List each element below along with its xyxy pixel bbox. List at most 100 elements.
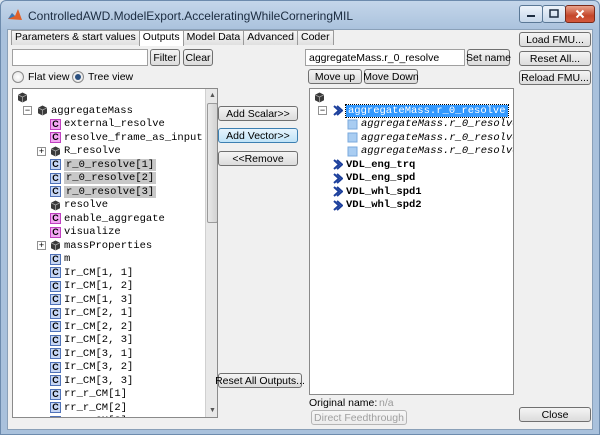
tree-node-label: Ir_CM[2, 2] [64,320,134,333]
reset-all-outputs-button[interactable]: Reset All Outputs... [215,373,305,388]
tree-node[interactable]: Cr_0_resolve[3] [50,185,157,198]
parameter-icon: C [50,118,61,130]
variable-icon: C [50,307,61,319]
output-element-node[interactable]: aggregateMass.r_0_resolve[1] [347,118,513,131]
tree-node-label: Ir_CM[1, 2] [64,280,134,292]
tree-node-label: rr_r_CM[1] [64,388,128,400]
tab-parameters[interactable]: Parameters & start values [11,30,140,45]
scroll-thumb[interactable] [207,103,217,223]
output-scalar-node[interactable]: VDL_eng_spd [332,172,415,185]
tree-node[interactable]: Cenable_aggregate [50,212,165,225]
output-name-input[interactable] [305,49,465,66]
tree-node[interactable]: resolve [50,199,108,212]
tree-view-label: Tree view [88,71,134,83]
output-element-node[interactable]: aggregateMass.r_0_resolve[2] [347,131,513,144]
tab-outputs[interactable]: Outputs [138,30,184,46]
tree-view-radio[interactable]: Tree view [72,71,133,83]
variable-icon: C [50,321,61,332]
tree-node[interactable]: + massProperties [37,239,152,252]
clear-button[interactable]: Clear [183,49,213,66]
output-root-node[interactable] [314,91,328,104]
tree-node[interactable]: C Ir_CM[3, 2] [50,361,133,374]
tree-node-label: rr_r_CM[3] [64,415,127,417]
cube-icon [50,146,61,157]
collapse-icon[interactable]: − [23,106,32,115]
expand-icon[interactable]: + [37,241,46,250]
output-node-label: aggregateMass.r_0_resolve [345,103,509,118]
tree-node-label: m [64,253,71,265]
minimize-button[interactable] [519,5,543,23]
variable-icon: C [50,348,61,359]
parameter-icon: C [50,226,61,238]
tree-node[interactable]: Cr_0_resolve[1] [50,158,157,171]
original-name-label: Original name: [309,397,378,409]
scalar-output-icon [332,199,344,211]
tree-node[interactable]: Cm [50,253,70,266]
tree-node[interactable]: Cvisualize [50,226,121,239]
output-node-label: VDL_eng_trq [346,158,416,171]
tab-coder[interactable]: Coder [296,30,334,45]
reload-fmu-button[interactable]: Reload FMU... [519,70,591,85]
output-list[interactable]: − aggregateMass.r_0_resolve aggregateMass.… [309,88,514,395]
tree-node[interactable]: C Ir_CM[1, 2] [50,280,133,293]
maximize-icon [549,9,559,18]
set-name-button[interactable]: Set name [466,49,511,66]
tree-node[interactable]: Crr_r_CM[3] [50,415,127,417]
scroll-down-icon[interactable]: ▼ [206,404,217,417]
output-scalar-node[interactable]: VDL_eng_trq [332,158,415,171]
close-icon [575,9,585,19]
scroll-up-icon[interactable]: ▲ [206,89,217,102]
collapse-icon[interactable]: − [318,106,327,115]
tree-node[interactable]: Crr_r_CM[2] [50,401,127,414]
tree-node[interactable]: C Ir_CM[1, 3] [50,293,133,306]
maximize-button[interactable] [542,5,566,23]
tree-node[interactable]: C Ir_CM[2, 3] [50,334,133,347]
expand-icon[interactable]: + [37,146,46,156]
output-element-node[interactable]: aggregateMass.r_0_resolve[3] [347,145,513,158]
tree-root-node[interactable] [17,91,31,104]
close-button[interactable]: Close [519,407,591,422]
tree-node[interactable]: − aggregateMass [23,104,133,117]
tree-node[interactable]: + R_resolve [37,145,121,158]
tree-node[interactable]: Cresolve_frame_as_input [50,131,203,144]
flat-view-radio[interactable]: Flat view [12,71,69,83]
signal-tree-scrollbar[interactable]: ▲ ▼ [205,89,217,417]
title-bar[interactable]: ControlledAWD.ModelExport.AcceleratingWh… [1,1,599,29]
tree-node[interactable]: C Ir_CM[3, 3] [50,374,133,387]
tree-node[interactable]: C Ir_CM[2, 1] [50,307,133,320]
load-fmu-button[interactable]: Load FMU... [519,32,591,47]
output-vector-node[interactable]: − aggregateMass.r_0_resolve [318,103,509,118]
tree-node[interactable]: C Ir_CM[1, 1] [50,266,133,279]
move-down-button[interactable]: Move Down [363,69,419,84]
tree-node-label: r_0_resolve[2] [64,172,157,184]
move-up-button[interactable]: Move up [308,69,362,84]
tree-node[interactable]: C Ir_CM[2, 2] [50,320,133,333]
filter-button[interactable]: Filter [150,49,180,66]
tab-model-data[interactable]: Model Data [182,30,245,45]
tree-node[interactable]: Cr_0_resolve[2] [50,172,157,185]
minimize-icon [527,15,535,17]
tree-node-label: enable_aggregate [64,212,165,225]
add-vector-button[interactable]: Add Vector>> [218,128,298,143]
tree-node[interactable]: Crr_r_CM[1] [50,388,127,401]
output-node-label: VDL_eng_spd [346,172,416,184]
output-scalar-node[interactable]: VDL_whl_spd1 [332,185,422,198]
tree-node[interactable]: C Ir_CM[3, 1] [50,347,133,360]
add-scalar-button[interactable]: Add Scalar>> [218,106,298,121]
variable-icon: C [50,415,61,417]
tree-node-label: visualize [64,226,121,238]
close-window-button[interactable] [565,5,595,23]
reset-all-button[interactable]: Reset All... [519,51,591,66]
signal-tree[interactable]: − aggregateMass Cexternal_resolve Cresolve_… [12,88,218,418]
tab-advanced[interactable]: Advanced [243,30,298,45]
filter-input[interactable] [12,49,148,66]
original-name-value: n/a [379,397,394,409]
tree-node[interactable]: Cexternal_resolve [50,118,165,131]
output-scalar-node[interactable]: VDL_whl_spd2 [332,199,422,212]
tree-node-label: Ir_CM[1, 3] [64,293,134,306]
tree-node-label: Ir_CM[1, 1] [64,266,134,279]
window-title: ControlledAWD.ModelExport.AcceleratingWh… [28,9,354,23]
output-node-label: VDL_whl_spd1 [346,185,422,198]
remove-button[interactable]: <<Remove [218,151,298,166]
direct-feedthrough-button[interactable]: Direct Feedthrough [311,410,407,425]
